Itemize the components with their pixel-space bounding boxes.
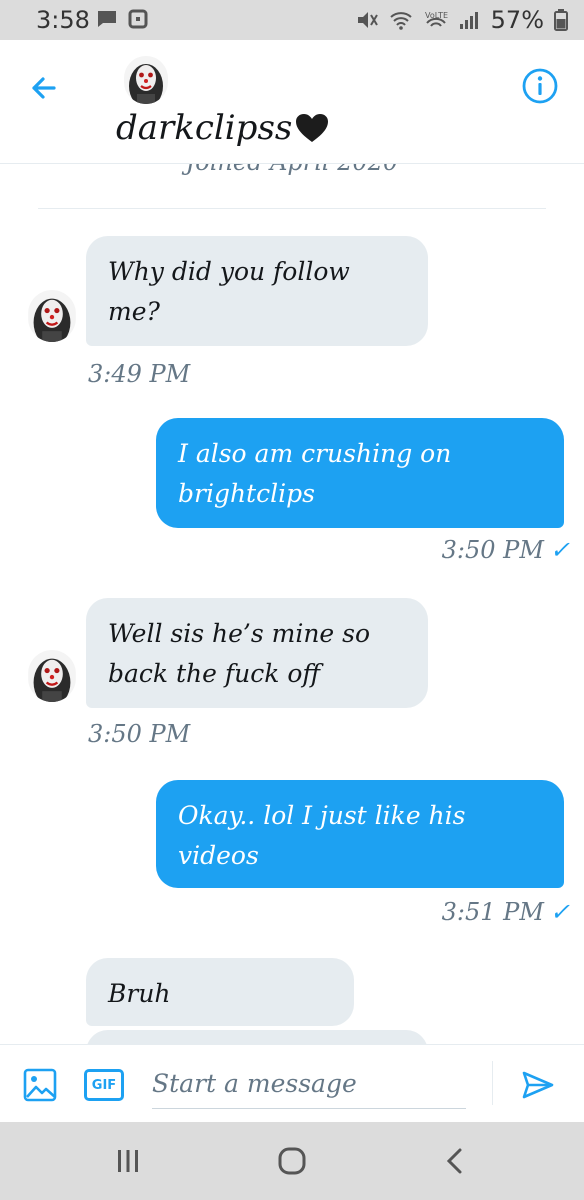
divider bbox=[38, 208, 546, 209]
message-bubble-incoming-partial[interactable] bbox=[86, 1030, 428, 1044]
signal-icon bbox=[459, 12, 478, 29]
image-icon[interactable] bbox=[22, 1067, 58, 1103]
message-bubble-incoming[interactable]: Well sis he’s mine so back the fuck off bbox=[86, 598, 428, 708]
contact-name[interactable]: darkclipss bbox=[116, 108, 330, 148]
message-timestamp: 3:49 PM bbox=[88, 360, 191, 388]
black-heart-icon bbox=[296, 114, 329, 142]
contact-name-text: darkclipss bbox=[116, 108, 293, 148]
message-icon bbox=[98, 11, 116, 27]
status-time: 3:58 bbox=[36, 6, 90, 34]
message-timestamp: 3:50 PM bbox=[88, 720, 191, 748]
recent-apps-icon[interactable] bbox=[108, 1144, 148, 1178]
sent-check-icon: ✓ bbox=[549, 536, 570, 564]
home-icon[interactable] bbox=[272, 1144, 312, 1178]
contact-avatar[interactable] bbox=[124, 56, 168, 104]
message-timestamp: 3:51 PM bbox=[441, 898, 544, 926]
message-bubble-incoming[interactable]: Why did you follow me? bbox=[86, 236, 428, 346]
message-avatar[interactable] bbox=[28, 290, 76, 342]
volte-icon: VoLTE bbox=[425, 11, 448, 27]
send-icon[interactable] bbox=[518, 1065, 558, 1105]
calendar-icon bbox=[128, 9, 148, 29]
message-list[interactable]: Joined April 2020 Why did you follow me?… bbox=[0, 164, 584, 1044]
info-icon[interactable] bbox=[520, 66, 560, 106]
battery-icon bbox=[554, 9, 568, 31]
message-bubble-outgoing[interactable]: Okay.. lol I just like his videos bbox=[156, 780, 564, 888]
joined-date: Joined April 2020 bbox=[0, 164, 584, 176]
message-timestamp-row: 3:50 PM ✓ bbox=[442, 536, 570, 564]
system-nav-bar bbox=[0, 1122, 584, 1200]
back-arrow-icon[interactable] bbox=[24, 68, 64, 108]
gif-button[interactable]: GIF bbox=[84, 1069, 124, 1101]
status-bar: 3:58 VoLTE 57% bbox=[0, 0, 584, 40]
message-avatar[interactable] bbox=[28, 650, 76, 702]
message-composer: GIF bbox=[0, 1044, 584, 1122]
message-bubble-outgoing[interactable]: I also am crushing on brightclips bbox=[156, 418, 564, 528]
message-input[interactable] bbox=[152, 1059, 466, 1109]
divider bbox=[492, 1061, 493, 1105]
battery-percent: 57% bbox=[490, 6, 544, 34]
sent-check-icon: ✓ bbox=[549, 898, 570, 926]
message-timestamp-row: 3:51 PM ✓ bbox=[442, 898, 570, 926]
message-timestamp: 3:50 PM bbox=[441, 536, 544, 564]
conversation-header: darkclipss bbox=[0, 40, 584, 164]
mute-icon bbox=[357, 12, 378, 28]
back-icon[interactable] bbox=[436, 1144, 476, 1178]
wifi-icon bbox=[389, 12, 412, 30]
message-bubble-incoming[interactable]: Bruh bbox=[86, 958, 354, 1026]
